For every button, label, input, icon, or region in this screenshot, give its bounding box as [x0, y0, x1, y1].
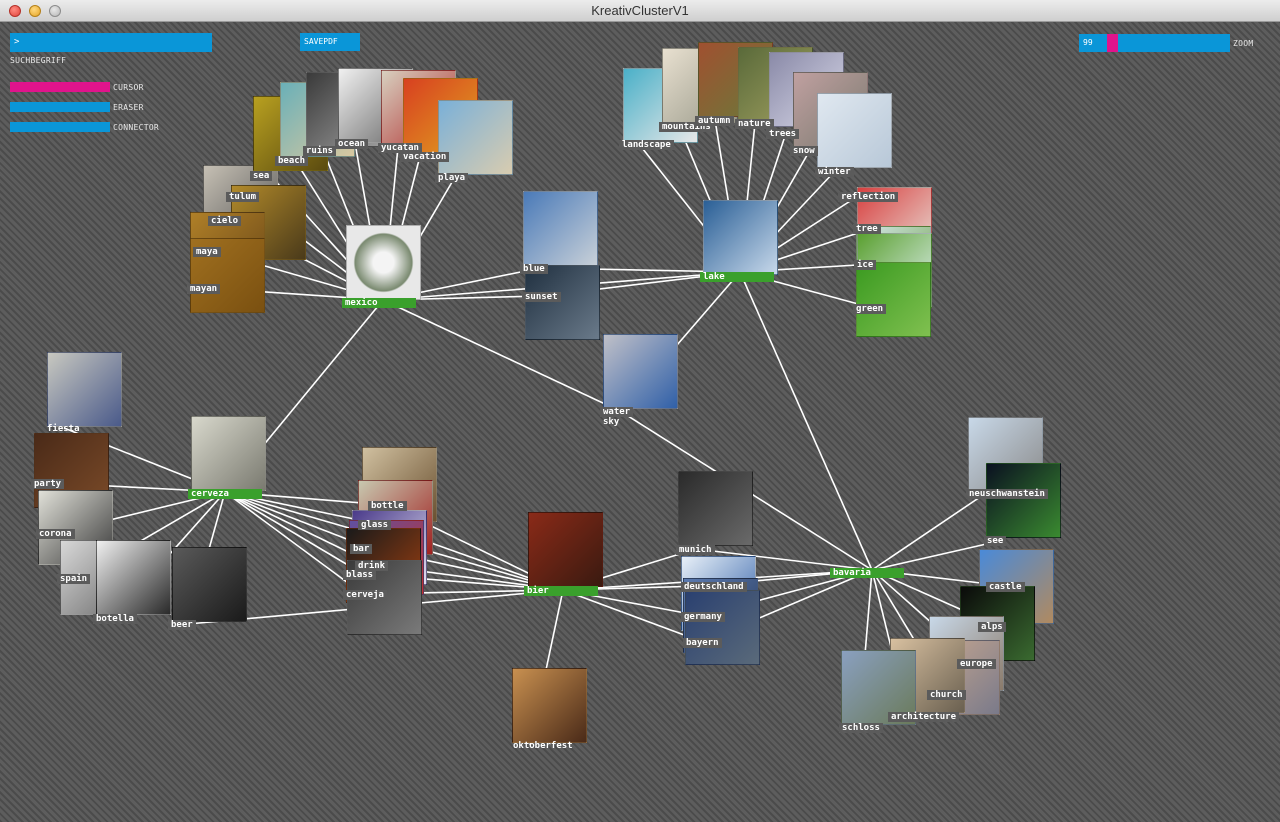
node-label-trees[interactable]: trees	[766, 129, 800, 139]
cursor-tool-button[interactable]	[10, 82, 110, 92]
node-label-sunset[interactable]: sunset	[522, 292, 561, 302]
node-label-beach[interactable]: beach	[275, 156, 309, 166]
node-label-corona[interactable]: corona	[36, 529, 75, 539]
node-label-maya[interactable]: maya	[193, 247, 221, 257]
thumbnail-see[interactable]	[986, 463, 1061, 538]
node-label-oktoberfest[interactable]: oktoberfest	[510, 741, 576, 751]
thumbnail-mexico[interactable]	[346, 225, 421, 300]
node-label-germany[interactable]: germany	[681, 612, 725, 622]
node-label-green[interactable]: green	[853, 304, 887, 314]
thumbnail-fiesta[interactable]	[47, 352, 122, 427]
eraser-tool-button[interactable]	[10, 102, 110, 112]
node-label-reflection[interactable]: reflection	[838, 192, 899, 202]
hub-label-bavaria[interactable]: bavaria	[830, 568, 904, 578]
zoom-value: 99	[1083, 38, 1093, 47]
node-label-castle[interactable]: castle	[986, 582, 1025, 592]
node-label-autumn[interactable]: autumn	[695, 116, 734, 126]
save-pdf-button[interactable]: SAVEPDF	[300, 33, 360, 51]
hub-label-lake[interactable]: lake	[700, 272, 774, 282]
zoom-slider-handle[interactable]	[1107, 34, 1118, 52]
node-label-alps[interactable]: alps	[978, 622, 1006, 632]
thumbnail-lake[interactable]	[703, 200, 778, 275]
node-label-ocean[interactable]: ocean	[335, 139, 369, 149]
thumbnail-blue[interactable]	[523, 191, 598, 266]
thumbnail-bier[interactable]	[528, 512, 603, 587]
hub-label-mexico[interactable]: mexico	[342, 298, 416, 308]
node-label-blue[interactable]: blue	[520, 264, 548, 274]
node-label-bayern[interactable]: bayern	[683, 638, 722, 648]
node-label-beer[interactable]: beer	[168, 620, 196, 630]
node-label-see[interactable]: see	[984, 536, 1007, 546]
thumbnail-playa[interactable]	[438, 100, 513, 175]
node-label-cerveja[interactable]: cerveja	[343, 590, 387, 600]
node-label-nature[interactable]: nature	[735, 119, 774, 129]
thumbnail-water[interactable]	[603, 334, 678, 409]
link-bavaria-neuschwanstein	[871, 492, 987, 571]
eraser-tool-label: ERASER	[113, 103, 144, 112]
thumbnail-green[interactable]	[856, 262, 931, 337]
node-label-botella[interactable]: botella	[93, 614, 137, 624]
zoom-label: ZOOM	[1233, 39, 1254, 48]
node-label-europe[interactable]: europe	[957, 659, 996, 669]
node-label-munich[interactable]: munich	[676, 545, 715, 555]
node-label-deutschland[interactable]: deutschland	[681, 582, 747, 592]
link-lake-bavaria	[739, 271, 873, 571]
node-label-playa[interactable]: playa	[435, 173, 469, 183]
connector-tool-label: CONNECTOR	[113, 123, 160, 132]
node-label-neuschwanstein[interactable]: neuschwanstein	[966, 489, 1048, 499]
node-label-sky[interactable]: sky	[600, 417, 622, 427]
thumbnail-oktoberfest[interactable]	[512, 668, 587, 743]
cursor-tool-label: CURSOR	[113, 83, 144, 92]
node-label-church[interactable]: church	[927, 690, 966, 700]
node-label-winter[interactable]: winter	[815, 167, 854, 177]
node-label-fiesta[interactable]: fiesta	[44, 424, 83, 434]
thumbnail-cerveza[interactable]	[191, 416, 266, 491]
search-label: SUCHBEGRIFF	[10, 56, 67, 65]
node-label-glass[interactable]: glass	[358, 520, 392, 530]
node-label-blass[interactable]: blass	[343, 570, 377, 580]
node-label-cielo[interactable]: cielo	[208, 216, 242, 226]
connector-tool-button[interactable]	[10, 122, 110, 132]
thumbnail-beer[interactable]	[172, 547, 247, 622]
node-label-vacation[interactable]: vacation	[400, 152, 450, 162]
thumbnail-munich[interactable]	[678, 471, 753, 546]
node-label-water[interactable]: water	[600, 407, 634, 417]
hub-label-cerveza[interactable]: cerveza	[188, 489, 262, 499]
thumbnail-bayern[interactable]	[685, 590, 760, 665]
node-label-mayan[interactable]: mayan	[187, 284, 221, 294]
node-label-architecture[interactable]: architecture	[888, 712, 960, 722]
node-label-bar[interactable]: bar	[350, 544, 373, 554]
node-label-ice[interactable]: ice	[854, 260, 877, 270]
node-label-snow[interactable]: snow	[790, 146, 818, 156]
zoom-slider[interactable]: 99	[1079, 34, 1230, 52]
node-label-schloss[interactable]: schloss	[839, 723, 883, 733]
node-label-spain[interactable]: spain	[57, 574, 91, 584]
node-label-landscape[interactable]: landscape	[619, 140, 674, 150]
node-label-ruins[interactable]: ruins	[303, 146, 337, 156]
thumbnail-winter[interactable]	[817, 93, 892, 168]
search-input[interactable]: >	[10, 33, 212, 52]
thumbnail-sunset[interactable]	[525, 265, 600, 340]
node-label-bottle[interactable]: bottle	[368, 501, 407, 511]
node-label-party[interactable]: party	[31, 479, 65, 489]
node-label-tree[interactable]: tree	[853, 224, 881, 234]
node-label-sea[interactable]: sea	[250, 171, 273, 181]
node-label-tulum[interactable]: tulum	[226, 192, 260, 202]
hub-label-bier[interactable]: bier	[524, 586, 598, 596]
thumbnail-botella[interactable]	[96, 540, 171, 615]
